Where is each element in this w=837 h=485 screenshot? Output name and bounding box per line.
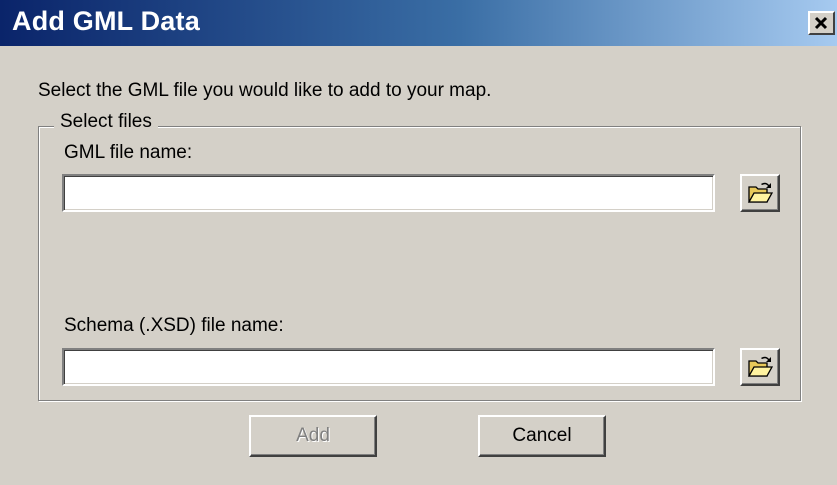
instruction-text: Select the GML file you would like to ad… — [38, 80, 492, 101]
close-button[interactable] — [808, 11, 835, 35]
gml-file-label: GML file name: — [64, 142, 193, 163]
title-bar: Add GML Data — [0, 0, 837, 46]
window-title: Add GML Data — [12, 6, 200, 36]
gml-file-input[interactable] — [62, 174, 715, 212]
cancel-button[interactable]: Cancel — [478, 415, 606, 457]
add-button[interactable]: Add — [249, 415, 377, 457]
gml-browse-button[interactable] — [740, 174, 780, 212]
add-gml-data-dialog: Add GML Data Select the GML file you wou… — [0, 0, 837, 485]
close-icon — [814, 16, 828, 30]
open-folder-icon — [747, 182, 773, 203]
schema-file-label: Schema (.XSD) file name: — [64, 315, 284, 336]
open-folder-icon — [747, 356, 773, 377]
schema-browse-button[interactable] — [740, 348, 780, 386]
schema-file-input[interactable] — [62, 348, 715, 386]
groupbox-legend: Select files — [54, 111, 158, 133]
